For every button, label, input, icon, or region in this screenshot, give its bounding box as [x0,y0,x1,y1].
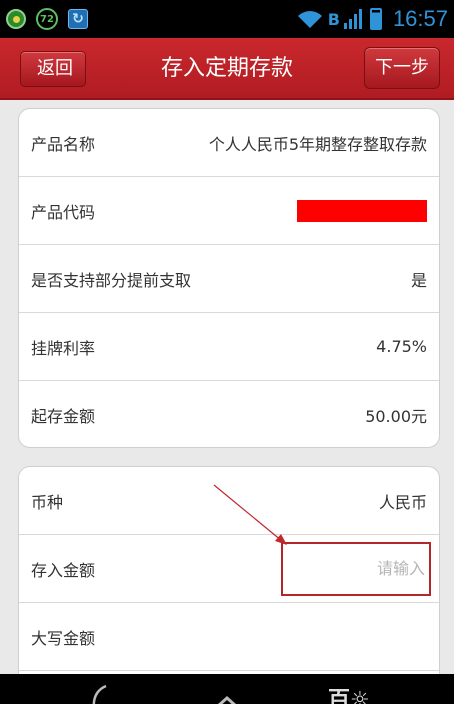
wifi-icon [297,11,322,28]
product-name-row: 产品名称 个人人民币5年期整存整取存款 [19,109,439,177]
uppercase-amount-row: 大写金额 [19,603,439,671]
back-button-label: 返回 [37,58,73,79]
partial-withdrawal-row: 是否支持部分提前支取 是 [19,245,439,313]
partial-withdrawal-label: 是否支持部分提前支取 [31,270,192,290]
product-name-label: 产品名称 [31,134,96,154]
next-step-button[interactable]: 下一步 [364,47,440,89]
currency-row[interactable]: 币种 人民币 [19,467,439,535]
nav-home-icon[interactable] [205,692,249,704]
interest-rate-value: 4.75% [376,337,427,356]
notification-icon [6,9,26,29]
interest-rate-row: 挂牌利率 4.75% [19,313,439,381]
product-code-label: 产品代码 [31,202,96,222]
nav-back-icon[interactable] [84,684,114,704]
uppercase-amount-label: 大写金额 [31,628,96,648]
back-button[interactable]: 返回 [20,51,86,87]
deposit-amount-input[interactable] [281,541,431,596]
deposit-amount-row: 存入金额 [19,535,439,603]
minimum-amount-label: 起存金额 [31,407,96,426]
update-icon: ↻ [68,9,88,29]
battery-icon [369,8,382,30]
product-code-row: 产品代码 [19,177,439,245]
bluetooth-label: B [327,9,340,29]
minimum-amount-row: 起存金额 50.00元 [19,381,439,447]
deposit-form-card: 币种 人民币 存入金额 大写金额 [18,466,440,674]
navigation-bar: 百☼ [0,674,454,704]
header-bar: 存入定期存款 返回 下一步 [0,38,454,100]
interest-rate-label: 挂牌利率 [31,338,96,358]
signal-icon [343,9,362,29]
minimum-amount-value: 50.00元 [365,407,427,426]
product-code-redaction [297,199,427,222]
partial-withdrawal-value: 是 [410,270,427,290]
status-bar: 72 ↻ B 16:57 [0,0,454,38]
badge-icon: 72 [36,8,58,30]
currency-value: 人民币 [378,492,427,512]
deposit-amount-label: 存入金额 [31,560,96,580]
content-area[interactable]: 产品名称 个人人民币5年期整存整取存款 产品代码 是否支持部分提前支取 是 挂牌… [0,100,454,674]
clock: 16:57 [392,6,448,31]
watermark-logo: 百☼ [328,687,370,704]
product-info-card: 产品名称 个人人民币5年期整存整取存款 产品代码 是否支持部分提前支取 是 挂牌… [18,108,440,448]
product-name-value: 个人人民币5年期整存整取存款 [208,134,427,154]
notification-icons: 72 ↻ [6,8,88,30]
system-indicators: B 16:57 [295,6,448,32]
currency-label: 币种 [31,492,64,512]
